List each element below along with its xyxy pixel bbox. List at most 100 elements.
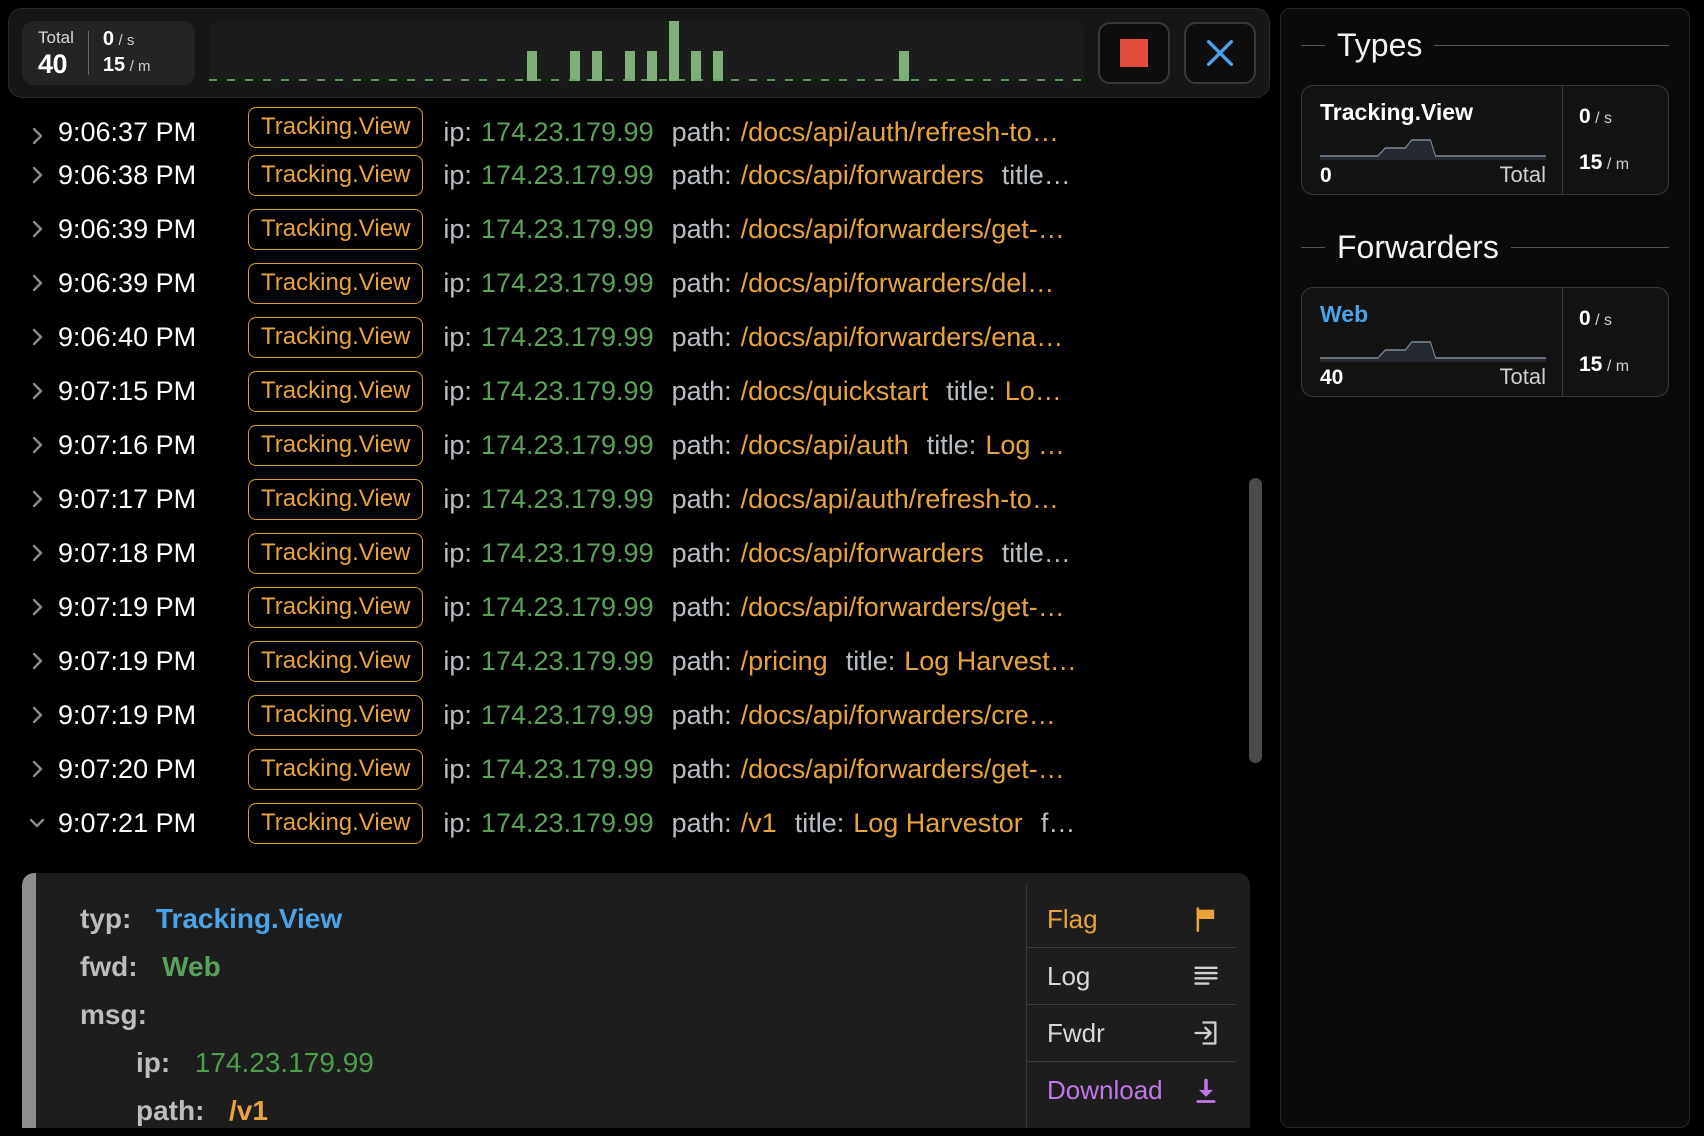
log-action-button[interactable]: Log — [1027, 948, 1236, 1005]
log-row[interactable]: 9:06:38 PM Tracking.View ip: 174.23.179.99 p… — [8, 148, 1270, 202]
log-row[interactable]: 9:06:39 PM Tracking.View ip: 174.23.179.99 p… — [8, 202, 1270, 256]
detail-typ-key: typ: — [80, 903, 132, 934]
detail-fwd-value[interactable]: Web — [162, 951, 221, 982]
chevron-right-icon[interactable] — [22, 595, 52, 619]
histogram-bar — [570, 51, 581, 81]
log-lines-icon — [1190, 960, 1222, 992]
chevron-right-icon[interactable] — [22, 379, 52, 403]
download-action-button[interactable]: Download — [1027, 1062, 1236, 1119]
log-row-message: ip: 174.23.179.99 path:/docs/api/auth/refr… — [443, 483, 1059, 514]
total-stat-chip: Total 40 0 / s 15 / m — [22, 21, 195, 85]
sidebar-section-header: Types — [1301, 27, 1669, 63]
rate-per-second: 0 / s — [103, 28, 151, 52]
rate-per-minute-unit: / m — [129, 58, 151, 75]
fwdr-action-label: Fwdr — [1047, 1017, 1105, 1048]
log-scrollbar-thumb[interactable] — [1249, 478, 1262, 763]
log-row-type-badge[interactable]: Tracking.View — [248, 694, 424, 736]
metric-sparkline — [1320, 130, 1546, 160]
log-row-type-badge[interactable]: Tracking.View — [248, 154, 424, 196]
total-divider — [87, 31, 89, 75]
metric-name: Web — [1320, 301, 1369, 327]
metric-rate-per-minute: 15 / m — [1579, 353, 1630, 376]
stop-button[interactable] — [1098, 22, 1170, 84]
chevron-right-icon[interactable] — [22, 163, 52, 187]
log-row-type-badge[interactable]: Tracking.View — [248, 316, 424, 358]
detail-fields: typ: Tracking.View fwd: Web msg: ip: 174… — [36, 873, 1026, 1128]
log-row[interactable]: 9:07:18 PM Tracking.View ip: 174.23.179.99 p… — [8, 526, 1270, 580]
log-row[interactable]: 9:07:19 PM Tracking.View ip: 174.23.179.99 p… — [8, 580, 1270, 634]
chevron-right-icon[interactable] — [22, 271, 52, 295]
close-icon — [1206, 39, 1234, 67]
metric-card[interactable]: Tracking.View 0 Total 0 / s 15 / m — [1301, 85, 1669, 195]
log-row[interactable]: 9:07:20 PM Tracking.View ip: 174.23.179.99 p… — [8, 742, 1270, 796]
log-row-type-badge[interactable]: Tracking.View — [248, 532, 424, 574]
log-row-time: 9:06:39 PM — [58, 267, 197, 298]
fwdr-action-button[interactable]: Fwdr — [1027, 1005, 1236, 1062]
rate-column: 0 / s 15 / m — [103, 28, 151, 78]
detail-typ-value[interactable]: Tracking.View — [156, 903, 342, 934]
log-row-time: 9:07:21 PM — [58, 807, 197, 838]
log-row-type-badge[interactable]: Tracking.View — [248, 424, 424, 466]
histogram-bar — [898, 51, 909, 81]
log-row[interactable]: 9:06:39 PM Tracking.View ip: 174.23.179.99 p… — [8, 256, 1270, 310]
app-root: Total 40 0 / s 15 / m 9:06:37 PM Trackin… — [0, 0, 1704, 1136]
log-row-time: 9:06:40 PM — [58, 321, 197, 352]
detail-fwd-row: fwd: Web — [80, 943, 1026, 991]
log-row-type-badge[interactable]: Tracking.View — [248, 370, 424, 412]
log-row-type-badge[interactable]: Tracking.View — [248, 107, 424, 148]
rate-per-minute: 15 / m — [103, 54, 151, 78]
histogram-bar — [668, 21, 679, 81]
log-row[interactable]: 9:07:19 PM Tracking.View ip: 174.23.179.99 p… — [8, 688, 1270, 742]
log-row-message: ip: 174.23.179.99 path:/docs/quickstart tit… — [443, 375, 1062, 406]
log-row-time: 9:06:37 PM — [58, 117, 197, 147]
section-rule-right — [1434, 44, 1669, 46]
chevron-right-icon[interactable] — [22, 703, 52, 727]
metric-name: Tracking.View — [1320, 99, 1473, 125]
log-row[interactable]: 9:07:15 PM Tracking.View ip: 174.23.179.99 p… — [8, 364, 1270, 418]
log-row[interactable]: 9:07:16 PM Tracking.View ip: 174.23.179.99 p… — [8, 418, 1270, 472]
chevron-right-icon[interactable] — [22, 325, 52, 349]
detail-fwd-key: fwd: — [80, 951, 138, 982]
download-icon — [1190, 1075, 1222, 1107]
log-row-message: ip: 174.23.179.99 path:/docs/api/forwarder… — [443, 267, 1055, 298]
chevron-right-icon[interactable] — [22, 124, 52, 148]
download-action-label: Download — [1047, 1075, 1163, 1105]
flag-action-label: Flag — [1047, 903, 1098, 934]
histogram-bar — [526, 51, 537, 81]
total-label: Total — [38, 28, 74, 47]
chevron-down-icon[interactable] — [22, 811, 52, 835]
log-row-type-badge[interactable]: Tracking.View — [248, 208, 424, 250]
log-row-time: 9:07:17 PM — [58, 483, 197, 514]
log-row-type-badge[interactable]: Tracking.View — [248, 262, 424, 304]
log-row[interactable]: 9:07:21 PM Tracking.View ip: 174.23.179.99 p… — [8, 796, 1270, 850]
chevron-right-icon[interactable] — [22, 217, 52, 241]
metric-rates: 0 / s 15 / m — [1562, 288, 1668, 396]
log-row-type-badge[interactable]: Tracking.View — [248, 586, 424, 628]
flag-action-button[interactable]: Flag — [1027, 891, 1236, 948]
log-row-type-badge[interactable]: Tracking.View — [248, 478, 424, 520]
chevron-right-icon[interactable] — [22, 487, 52, 511]
total-value: 40 — [38, 49, 68, 79]
metric-card-footer: 0 Total — [1320, 162, 1546, 188]
log-row[interactable]: 9:06:40 PM Tracking.View ip: 174.23.179.99 p… — [8, 310, 1270, 364]
log-row-type-badge[interactable]: Tracking.View — [248, 640, 424, 682]
log-row[interactable]: 9:07:17 PM Tracking.View ip: 174.23.179.99 p… — [8, 472, 1270, 526]
stop-square-icon — [1120, 39, 1148, 67]
log-row-time: 9:07:16 PM — [58, 429, 197, 460]
chevron-right-icon[interactable] — [22, 541, 52, 565]
chevron-right-icon[interactable] — [22, 757, 52, 781]
detail-msg-path-value: /v1 — [229, 1095, 268, 1126]
log-row-message: ip: 174.23.179.99 path:/docs/api/forwarder… — [443, 537, 1071, 568]
log-row[interactable]: 9:07:19 PM Tracking.View ip: 174.23.179.99 p… — [8, 634, 1270, 688]
log-row-type-badge[interactable]: Tracking.View — [248, 748, 424, 790]
log-row-time: 9:07:18 PM — [58, 537, 197, 568]
detail-resize-grip[interactable] — [22, 873, 36, 1128]
log-row[interactable]: 9:06:37 PM Tracking.View ip: 174.23.179.99 p… — [8, 106, 1270, 148]
metric-total-value: 0 — [1320, 164, 1332, 187]
log-row-message: ip: 174.23.179.99 path:/pricing title: Log H… — [443, 645, 1077, 676]
chevron-right-icon[interactable] — [22, 433, 52, 457]
metric-card[interactable]: Web 40 Total 0 / s 15 / m — [1301, 287, 1669, 397]
close-button[interactable] — [1184, 22, 1256, 84]
log-row-type-badge[interactable]: Tracking.View — [248, 802, 424, 844]
chevron-right-icon[interactable] — [22, 649, 52, 673]
